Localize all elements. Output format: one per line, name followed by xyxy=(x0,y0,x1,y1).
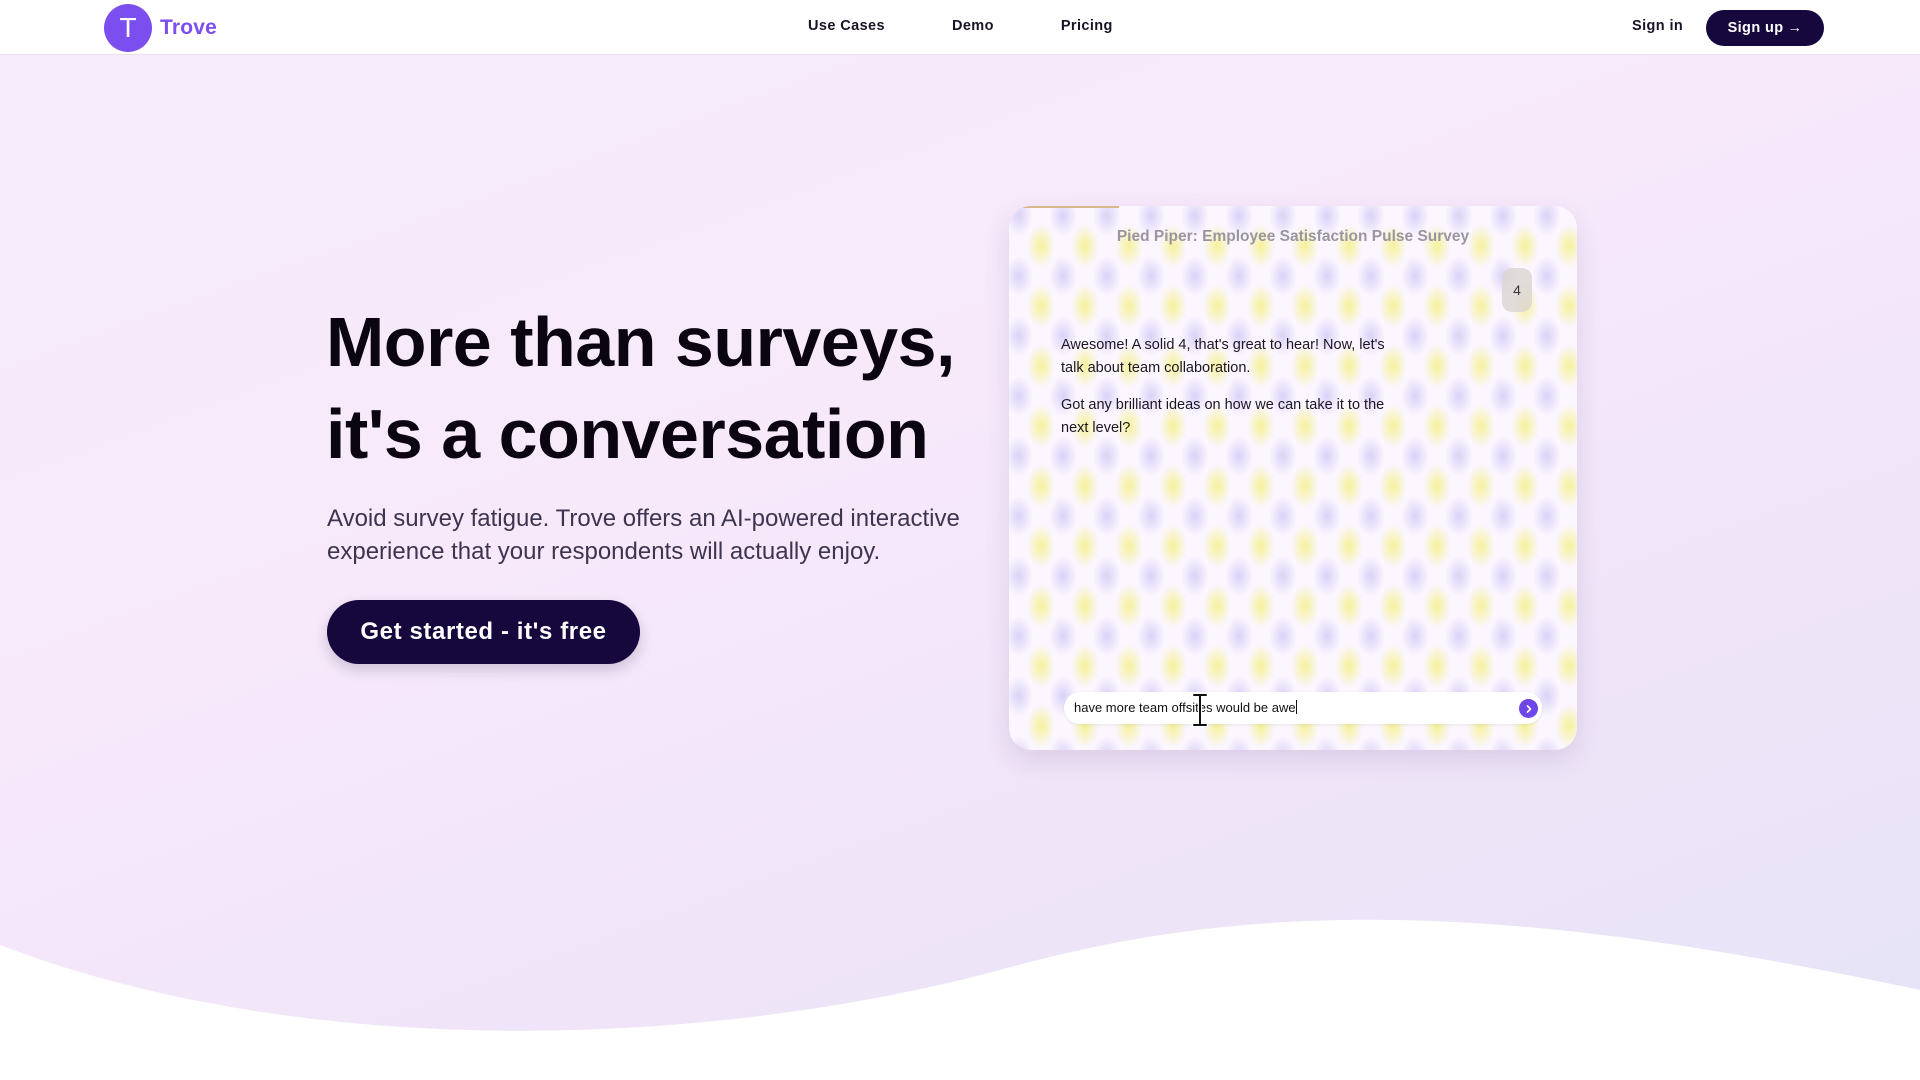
arrow-right-icon: → xyxy=(1787,20,1803,36)
survey-title: Pied Piper: Employee Satisfaction Pulse … xyxy=(1116,228,1470,245)
user-reply-bubble: 4 xyxy=(1502,268,1532,312)
nav-pricing[interactable]: Pricing xyxy=(1061,18,1113,34)
headline-line-2: it's a conversation xyxy=(326,395,929,473)
survey-progress-bar xyxy=(1023,206,1119,208)
logo[interactable]: T Trove xyxy=(104,4,217,52)
logo-mark: T xyxy=(104,4,152,52)
nav-demo[interactable]: Demo xyxy=(952,18,994,34)
headline-line-1: More than surveys, xyxy=(326,303,956,381)
wave-divider xyxy=(0,919,1920,1080)
answer-input[interactable]: have more team offsites would be awe xyxy=(1064,692,1542,724)
hero-headline: More than surveys, it's a conversation xyxy=(326,296,1006,480)
nav-use-cases[interactable]: Use Cases xyxy=(808,18,885,34)
brand-name: Trove xyxy=(160,16,218,39)
answer-input-value[interactable]: have more team offsites would be awe xyxy=(1074,700,1297,715)
top-navbar: T Trove Use Cases Demo Pricing Sign in S… xyxy=(0,0,1920,55)
survey-demo-card: Pied Piper: Employee Satisfaction Pulse … xyxy=(1009,206,1577,750)
sign-up-label: Sign up xyxy=(1727,20,1784,36)
send-button[interactable] xyxy=(1519,699,1538,718)
get-started-button[interactable]: Get started - it's free xyxy=(327,600,640,664)
sign-in-link[interactable]: Sign in xyxy=(1632,18,1683,34)
text-cursor-icon xyxy=(1192,693,1208,727)
bot-message: Awesome! A solid 4, that's great to hear… xyxy=(1061,337,1385,376)
bot-message: Got any brilliant ideas on how we can ta… xyxy=(1061,397,1385,436)
text-caret xyxy=(1295,700,1297,714)
hero-subtext: Avoid survey fatigue. Trove offers an AI… xyxy=(327,505,960,565)
chevron-right-icon xyxy=(1526,704,1531,713)
main-nav: Use Cases Demo Pricing xyxy=(808,18,1113,34)
sign-up-button[interactable]: Sign up → xyxy=(1706,10,1824,46)
